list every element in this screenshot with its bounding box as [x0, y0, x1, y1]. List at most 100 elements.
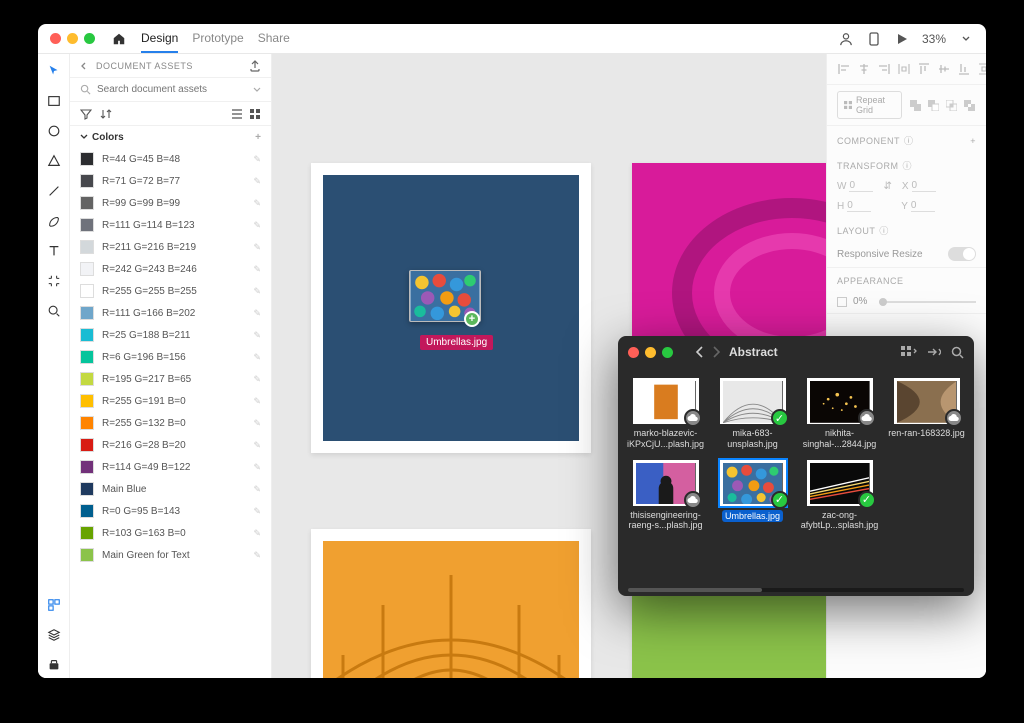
- device-preview-icon[interactable]: [866, 31, 882, 47]
- edit-icon[interactable]: ✎: [253, 396, 261, 407]
- finder-scrollbar[interactable]: [628, 588, 964, 592]
- upload-icon[interactable]: [249, 60, 261, 72]
- color-item[interactable]: Main Blue✎: [70, 478, 271, 500]
- x-input[interactable]: 0: [912, 180, 936, 192]
- color-item[interactable]: R=71 G=72 B=77✎: [70, 170, 271, 192]
- finder-back-icon[interactable]: [695, 346, 705, 358]
- align-bottom-icon[interactable]: [957, 62, 971, 76]
- edit-icon[interactable]: ✎: [253, 506, 261, 517]
- edit-icon[interactable]: ✎: [253, 308, 261, 319]
- tab-share[interactable]: Share: [258, 25, 290, 53]
- layers-icon[interactable]: [40, 622, 68, 648]
- color-item[interactable]: R=99 G=99 B=99✎: [70, 192, 271, 214]
- finder-close-button[interactable]: [628, 347, 639, 358]
- align-top-icon[interactable]: [917, 62, 931, 76]
- search-dropdown-icon[interactable]: [253, 86, 261, 94]
- polygon-tool[interactable]: [40, 148, 68, 174]
- height-input[interactable]: 0: [847, 200, 871, 212]
- y-input[interactable]: 0: [911, 200, 935, 212]
- edit-icon[interactable]: ✎: [253, 550, 261, 561]
- finder-window[interactable]: Abstract marko-blazevic-iKPxCjU...plash.…: [618, 336, 974, 596]
- color-item[interactable]: R=195 G=217 B=65✎: [70, 368, 271, 390]
- responsive-resize-toggle[interactable]: [948, 247, 976, 261]
- edit-icon[interactable]: ✎: [253, 154, 261, 165]
- finder-item[interactable]: marko-blazevic-iKPxCjU...plash.jpg: [624, 376, 707, 452]
- info-icon[interactable]: ⓘ: [903, 159, 913, 172]
- ellipse-tool[interactable]: [40, 118, 68, 144]
- color-item[interactable]: R=114 G=49 B=122✎: [70, 456, 271, 478]
- color-item[interactable]: R=0 G=95 B=143✎: [70, 500, 271, 522]
- finder-item[interactable]: ✓mika-683-unsplash.jpg: [711, 376, 794, 452]
- edit-icon[interactable]: ✎: [253, 286, 261, 297]
- opacity-checkbox[interactable]: [837, 297, 847, 307]
- edit-icon[interactable]: ✎: [253, 528, 261, 539]
- color-item[interactable]: R=255 G=191 B=0✎: [70, 390, 271, 412]
- finder-forward-icon[interactable]: [711, 346, 721, 358]
- color-item[interactable]: R=255 G=132 B=0✎: [70, 412, 271, 434]
- close-window-button[interactable]: [50, 33, 61, 44]
- artboard-3[interactable]: [311, 529, 591, 678]
- color-item[interactable]: R=216 G=28 B=20✎: [70, 434, 271, 456]
- info-icon[interactable]: ⓘ: [904, 134, 914, 147]
- boolean-exclude-icon[interactable]: [962, 98, 976, 112]
- edit-icon[interactable]: ✎: [253, 484, 261, 495]
- edit-icon[interactable]: ✎: [253, 352, 261, 363]
- back-icon[interactable]: [80, 62, 90, 70]
- edit-icon[interactable]: ✎: [253, 440, 261, 451]
- finder-minimize-button[interactable]: [645, 347, 656, 358]
- zoom-level[interactable]: 33%: [922, 32, 946, 46]
- minimize-window-button[interactable]: [67, 33, 78, 44]
- maximize-window-button[interactable]: [84, 33, 95, 44]
- boolean-subtract-icon[interactable]: [926, 98, 940, 112]
- zoom-tool[interactable]: [40, 298, 68, 324]
- distribute-h-icon[interactable]: [897, 62, 911, 76]
- select-tool[interactable]: [40, 58, 68, 84]
- edit-icon[interactable]: ✎: [253, 220, 261, 231]
- plugins-icon[interactable]: [40, 652, 68, 678]
- color-item[interactable]: R=25 G=188 B=211✎: [70, 324, 271, 346]
- finder-item[interactable]: ren-ran-168328.jpg: [885, 376, 968, 452]
- color-item[interactable]: R=242 G=243 B=246✎: [70, 258, 271, 280]
- color-item[interactable]: R=103 G=163 B=0✎: [70, 522, 271, 544]
- align-center-h-icon[interactable]: [857, 62, 871, 76]
- color-item[interactable]: R=6 G=196 B=156✎: [70, 346, 271, 368]
- finder-more-icon[interactable]: [927, 347, 941, 357]
- finder-item[interactable]: nikhita-singhal-...2844.jpg: [798, 376, 881, 452]
- play-icon[interactable]: [894, 31, 910, 47]
- add-color-icon[interactable]: +: [255, 132, 261, 143]
- zoom-dropdown-icon[interactable]: [958, 31, 974, 47]
- pen-tool[interactable]: [40, 208, 68, 234]
- tab-design[interactable]: Design: [141, 25, 178, 53]
- repeat-grid-button[interactable]: Repeat Grid: [837, 91, 902, 119]
- filter-icon[interactable]: [80, 108, 92, 120]
- add-component-icon[interactable]: +: [970, 136, 976, 146]
- line-tool[interactable]: [40, 178, 68, 204]
- text-tool[interactable]: [40, 238, 68, 264]
- color-item[interactable]: R=111 G=114 B=123✎: [70, 214, 271, 236]
- finder-view-icon[interactable]: [901, 346, 917, 358]
- edit-icon[interactable]: ✎: [253, 418, 261, 429]
- edit-icon[interactable]: ✎: [253, 374, 261, 385]
- align-right-icon[interactable]: [877, 62, 891, 76]
- color-item[interactable]: R=255 G=255 B=255✎: [70, 280, 271, 302]
- boolean-intersect-icon[interactable]: [944, 98, 958, 112]
- finder-search-icon[interactable]: [951, 346, 964, 359]
- artboard-tool[interactable]: [40, 268, 68, 294]
- finder-item[interactable]: thisisengineering-raeng-s...plash.jpg: [624, 458, 707, 534]
- color-item[interactable]: R=211 G=216 B=219✎: [70, 236, 271, 258]
- edit-icon[interactable]: ✎: [253, 176, 261, 187]
- edit-icon[interactable]: ✎: [253, 198, 261, 209]
- color-item[interactable]: R=111 G=166 B=202✎: [70, 302, 271, 324]
- tab-prototype[interactable]: Prototype: [192, 25, 243, 53]
- edit-icon[interactable]: ✎: [253, 242, 261, 253]
- align-left-icon[interactable]: [837, 62, 851, 76]
- colors-section-header[interactable]: Colors +: [70, 126, 271, 148]
- finder-maximize-button[interactable]: [662, 347, 673, 358]
- finder-item[interactable]: ✓zac-ong-afybtLp...splash.jpg: [798, 458, 881, 534]
- edit-icon[interactable]: ✎: [253, 264, 261, 275]
- home-icon[interactable]: [111, 31, 127, 47]
- rectangle-tool[interactable]: [40, 88, 68, 114]
- grid-view-icon[interactable]: [249, 108, 261, 120]
- width-input[interactable]: 0: [849, 180, 873, 192]
- list-view-icon[interactable]: [231, 108, 243, 120]
